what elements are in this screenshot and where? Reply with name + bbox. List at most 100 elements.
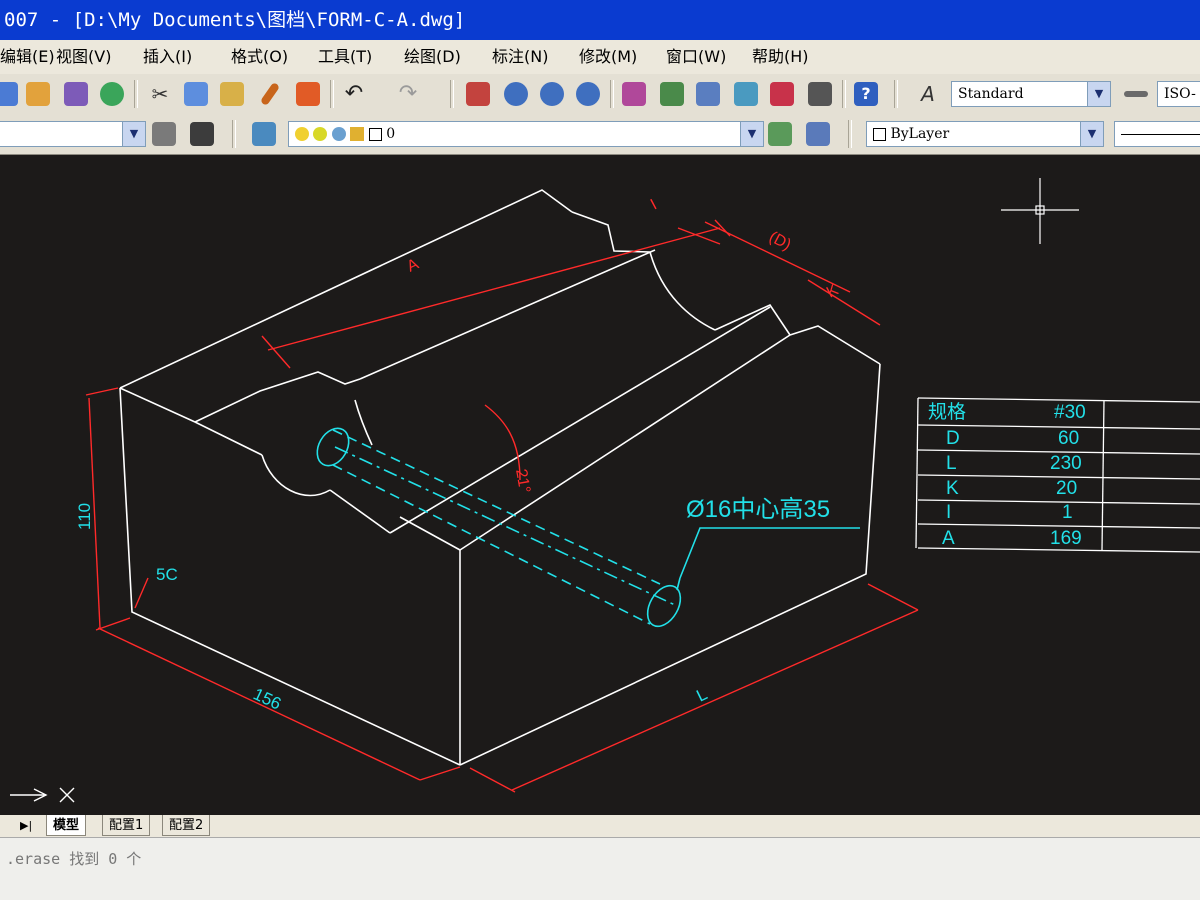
linetype-select[interactable] [1114, 121, 1200, 147]
drawing-area[interactable]: A I (D) K 21° 110 5C 156 L Ø16中心高35 规格 #… [0, 155, 1200, 815]
text-style-select[interactable]: Standard ▼ [951, 81, 1111, 107]
new-icon[interactable] [0, 82, 18, 106]
menu-insert[interactable]: 插入(I) [143, 40, 192, 74]
menu-format[interactable]: 格式(O) [231, 40, 288, 74]
dimension-labels: A I (D) K 21° [405, 196, 842, 494]
workspace-select[interactable]: ▼ [0, 121, 146, 147]
pan-icon[interactable] [466, 82, 490, 106]
dim-style-select[interactable]: ISO- [1157, 81, 1200, 107]
spec-row-label: I [946, 502, 951, 523]
color-value: ByLayer [890, 126, 950, 142]
dim-label-angle: 21° [512, 468, 533, 495]
cut-icon[interactable]: ✂ [148, 82, 172, 106]
zoom-realtime-icon[interactable] [504, 82, 528, 106]
spec-row-value: 230 [1050, 453, 1082, 474]
help-icon[interactable]: ? [854, 82, 878, 106]
sheet-set-icon[interactable] [734, 82, 758, 106]
markup-icon[interactable] [770, 82, 794, 106]
lock-icon [350, 127, 365, 141]
design-center-icon[interactable] [660, 82, 684, 106]
layer-select[interactable]: 0 ▼ [288, 121, 764, 147]
spec-row-value: 1 [1062, 502, 1073, 523]
tab-layout1[interactable]: 配置1 [102, 815, 151, 836]
toolbar-separator [894, 80, 898, 108]
menu-tools[interactable]: 工具(T) [318, 40, 372, 74]
save-icon[interactable] [64, 82, 88, 106]
layer-value: 0 [386, 126, 396, 142]
drawing-svg[interactable]: A I (D) K 21° 110 5C 156 L Ø16中心高35 规格 #… [0, 155, 1200, 815]
linetype-preview [1121, 133, 1200, 135]
workspace-settings-icon[interactable] [152, 122, 176, 146]
zoom-previous-icon[interactable] [576, 82, 600, 106]
color-select[interactable]: ByLayer ▼ [866, 121, 1104, 147]
publish-icon[interactable] [100, 82, 124, 106]
spec-row-label: L [946, 453, 957, 474]
menu-dimension[interactable]: 标注(N) [492, 40, 548, 74]
lightbulb-icon [295, 127, 309, 141]
menu-draw[interactable]: 绘图(D) [404, 40, 461, 74]
hole-note: Ø16中心高35 [686, 496, 830, 523]
menu-window[interactable]: 窗口(W) [666, 40, 726, 74]
hole-feature [316, 427, 860, 628]
undo-icon[interactable]: ↶ [342, 82, 366, 106]
calculator-icon[interactable] [808, 82, 832, 106]
paintbrush-icon[interactable] [296, 82, 320, 106]
dim-label-l: L [693, 684, 710, 705]
dim-label-width: 156 [250, 684, 284, 713]
command-line[interactable]: .erase 找到 0 个 [0, 837, 1200, 900]
part-outline [119, 189, 881, 766]
chevron-down-icon[interactable]: ▼ [1087, 82, 1110, 106]
layer-manager-icon[interactable] [252, 122, 276, 146]
dim-style-icon [1124, 91, 1148, 97]
menu-modify[interactable]: 修改(M) [579, 40, 637, 74]
menu-bar: 编辑(E) 视图(V) 插入(I) 格式(O) 工具(T) 绘图(D) 标注(N… [0, 40, 1200, 74]
copy-icon[interactable] [184, 82, 208, 106]
toolbar-separator [330, 80, 334, 108]
text-style-value: Standard [958, 86, 1024, 102]
crosshair-cursor-icon [1001, 178, 1079, 244]
toolbar-separator [450, 80, 454, 108]
open-icon[interactable] [26, 82, 50, 106]
standard-toolbar: ✂ ↶ ↷ ? A Standard ▼ ISO- [0, 74, 1200, 115]
menu-view[interactable]: 视图(V) [56, 40, 111, 74]
toolbar-separator [610, 80, 614, 108]
text-style-icon: A [921, 82, 935, 106]
layer-previous-icon[interactable] [806, 122, 830, 146]
match-properties-icon[interactable] [259, 81, 281, 107]
spec-header-value: #30 [1054, 402, 1086, 423]
layer-color-swatch [368, 127, 382, 141]
chevron-down-icon[interactable]: ▼ [1080, 122, 1103, 146]
properties-icon[interactable] [622, 82, 646, 106]
chevron-down-icon[interactable]: ▼ [122, 122, 145, 146]
layout-tabs: ▶| 模型 配置1 配置2 [0, 815, 1200, 837]
spec-row-value: 60 [1058, 428, 1079, 449]
toolbar-separator [232, 120, 236, 148]
chevron-down-icon[interactable]: ▼ [740, 122, 763, 146]
dim-label-i: I [648, 196, 660, 213]
paste-icon[interactable] [220, 82, 244, 106]
menu-help[interactable]: 帮助(H) [752, 40, 809, 74]
tab-scroll-right-icon[interactable]: ▶| [20, 815, 32, 837]
toolbar-separator [848, 120, 852, 148]
window-title-bar: 007 - [D:\My Documents\图档\FORM-C-A.dwg] [0, 0, 1200, 40]
ucs-icon [10, 787, 75, 803]
spec-table: 规格 #30 D 60 L 230 K 20 I 1 A 169 [915, 397, 1200, 553]
redo-icon[interactable]: ↷ [396, 82, 420, 106]
zoom-window-icon[interactable] [540, 82, 564, 106]
spec-header-label: 规格 [928, 401, 966, 423]
window-title: 007 - [D:\My Documents\图档\FORM-C-A.dwg] [4, 9, 466, 31]
dim-style-value: ISO- [1164, 86, 1196, 102]
tab-layout2[interactable]: 配置2 [162, 815, 211, 836]
workspace-save-icon[interactable] [190, 122, 214, 146]
dim-label-a: A [405, 256, 422, 276]
command-history: .erase 找到 0 个 [6, 850, 142, 868]
spec-row-label: D [946, 428, 960, 449]
spec-row-value: 169 [1050, 528, 1082, 549]
dim-label-d: (D) [766, 229, 794, 254]
tab-model[interactable]: 模型 [46, 815, 87, 836]
tool-palettes-icon[interactable] [696, 82, 720, 106]
make-current-layer-icon[interactable] [768, 122, 792, 146]
color-swatch [873, 127, 886, 141]
menu-edit[interactable]: 编辑(E) [0, 40, 55, 74]
viewport-freeze-icon [331, 127, 346, 141]
